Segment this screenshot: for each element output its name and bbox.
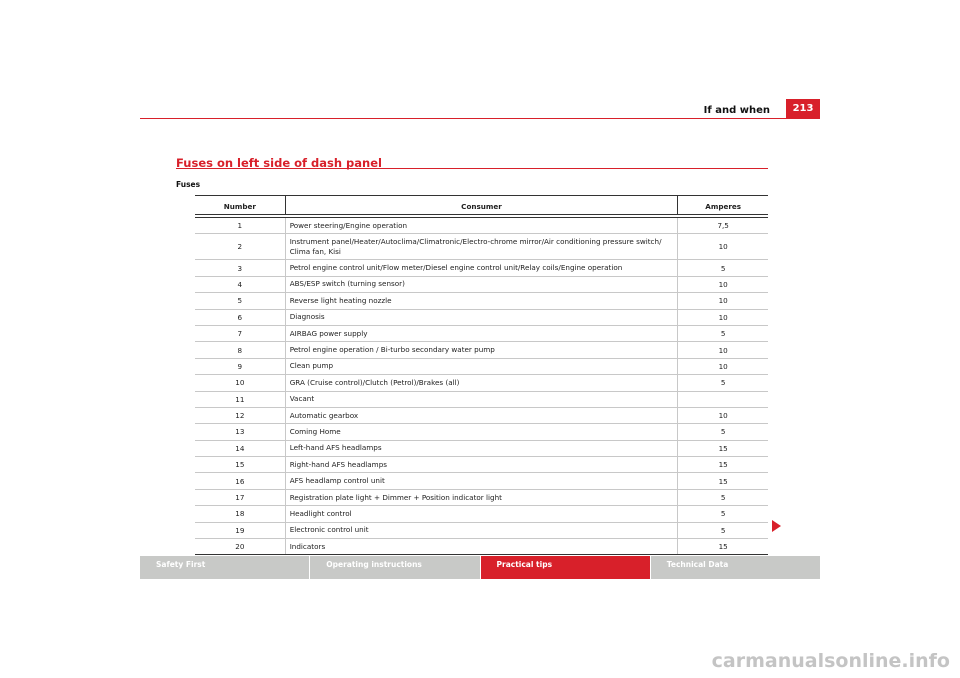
header-consumer: Consumer (284, 196, 679, 214)
table-row: 3 Petrol engine control unit/Flow meter/D… (195, 260, 768, 277)
fuse-consumer: GRA (Cruise control)/Clutch (Petrol)/Bra… (284, 375, 679, 391)
fuse-amperes: 10 (718, 312, 728, 322)
header-amperes: Amperes (705, 201, 742, 211)
fuse-consumer: Diagnosis (284, 309, 679, 325)
table-row: 15 Right-hand AFS headlamps 15 (195, 457, 768, 474)
fuse-amperes: 10 (718, 296, 728, 306)
fuse-amperes: 10 (718, 411, 728, 421)
fuse-consumer: ABS/ESP switch (turning sensor) (284, 276, 679, 293)
fuse-number: 12 (235, 411, 245, 421)
table-row: 2 Instrument panel/Heater/Autoclima/Clima… (195, 234, 768, 261)
fuse-consumer: Registration plate light + Dimmer + Posi… (284, 489, 679, 506)
table-row: 11 Vacant (195, 391, 768, 408)
table-body: 1 Power steering/Engine operation 7,5 2 Inst… (195, 218, 768, 555)
fuse-consumer: AIRBAG power supply (284, 325, 679, 342)
header-number: Number (223, 201, 256, 211)
table-row: 20 Indicators 15 (195, 539, 768, 555)
fuse-amperes: 15 (718, 460, 728, 470)
footer-nav: Safety First Operating instructions Prac… (140, 556, 820, 579)
footer-tab-operating-instructions[interactable]: Operating instructions (310, 556, 480, 579)
table-row: 7 AIRBAG power supply 5 (195, 325, 768, 343)
footer-tab-safety-first[interactable]: Safety First (140, 556, 310, 579)
fuse-amperes: 5 (720, 263, 726, 273)
fuse-number: 2 (237, 242, 243, 252)
fuse-number: 1 (237, 221, 243, 231)
fuse-number: 13 (235, 427, 245, 437)
fuse-number: 9 (237, 361, 243, 371)
fuse-amperes: 5 (720, 493, 726, 503)
table-row: 14 Left-hand AFS headlamps 15 (195, 440, 768, 458)
fuse-amperes: 5 (720, 329, 726, 339)
fuse-number: 4 (237, 279, 243, 289)
fuse-amperes: 5 (720, 525, 726, 535)
fuse-amperes: 15 (718, 476, 728, 486)
fuse-consumer: Petrol engine operation / Bi-turbo secon… (284, 342, 679, 358)
fuse-number: 10 (235, 378, 245, 388)
header-rule (140, 118, 820, 119)
fuse-consumer: Coming Home (284, 424, 679, 440)
fuse-consumer: Vacant (284, 391, 679, 407)
table-header: Number Consumer Amperes (195, 195, 768, 215)
fuse-number: 19 (235, 525, 245, 535)
table-row: 1 Power steering/Engine operation 7,5 (195, 218, 768, 235)
fuse-consumer: Indicators (284, 539, 679, 555)
table-row: 12 Automatic gearbox 10 (195, 407, 768, 425)
fuse-amperes: 5 (720, 509, 726, 519)
fuse-consumer: Headlight control (284, 506, 679, 522)
fuse-number: 20 (235, 542, 245, 552)
table-row: 16 AFS headlamp control unit 15 (195, 473, 768, 490)
fuse-number: 11 (235, 394, 245, 404)
fuse-number: 6 (237, 312, 243, 322)
fuse-table: Number Consumer Amperes 1 Power steering/… (195, 195, 768, 556)
fuse-consumer: Clean pump (284, 358, 679, 375)
table-row: 18 Headlight control 5 (195, 506, 768, 523)
fuse-consumer: Left-hand AFS headlamps (284, 440, 679, 457)
fuse-amperes: 10 (718, 242, 728, 252)
fuse-consumer: Reverse light heating nozzle (284, 293, 679, 309)
watermark: carmanualsonline.info (711, 650, 950, 672)
fuse-consumer: AFS headlamp control unit (284, 473, 679, 489)
triangle-right-icon[interactable] (772, 520, 781, 532)
fuse-consumer: Petrol engine control unit/Flow meter/Di… (284, 260, 679, 276)
section-rule (176, 168, 768, 169)
page-number: 213 (786, 99, 820, 119)
table-row: 17 Registration plate light + Dimmer + Po… (195, 489, 768, 507)
table-row: 4 ABS/ESP switch (turning sensor) 10 (195, 276, 768, 294)
fuse-number: 5 (237, 296, 243, 306)
table-row: 6 Diagnosis 10 (195, 309, 768, 326)
fuse-consumer: Instrument panel/Heater/Autoclima/Climat… (284, 234, 679, 260)
table-row: 9 Clean pump 10 (195, 358, 768, 376)
fuse-amperes: 10 (718, 361, 728, 371)
fuse-number: 8 (237, 345, 243, 355)
table-row: 5 Reverse light heating nozzle 10 (195, 293, 768, 310)
fuse-amperes: 15 (718, 542, 728, 552)
fuse-amperes: 15 (718, 443, 728, 453)
fuse-number: 14 (235, 443, 245, 453)
fuse-number: 3 (237, 263, 243, 273)
footer-tab-practical-tips[interactable]: Practical tips (480, 556, 650, 579)
fuse-amperes: 7,5 (717, 221, 729, 231)
fuse-number: 7 (237, 329, 243, 339)
fuse-amperes: 10 (718, 279, 728, 289)
fuse-consumer: Right-hand AFS headlamps (284, 457, 679, 473)
fuse-amperes: 10 (718, 345, 728, 355)
table-row: 19 Electronic control unit 5 (195, 522, 768, 540)
header-title: If and when (703, 105, 770, 116)
table-row: 10 GRA (Cruise control)/Clutch (Petrol)/B… (195, 375, 768, 392)
footer-tab-technical-data[interactable]: Technical Data (650, 556, 820, 579)
fuse-consumer: Automatic gearbox (284, 407, 679, 424)
fuse-consumer: Electronic control unit (284, 522, 679, 539)
fuse-number: 15 (235, 460, 245, 470)
table-row: 13 Coming Home 5 (195, 424, 768, 441)
table-row: 8 Petrol engine operation / Bi-turbo seco… (195, 342, 768, 359)
fuse-consumer: Power steering/Engine operation (284, 218, 679, 234)
fuse-number: 18 (235, 509, 245, 519)
sub-title: Fuses (176, 180, 201, 189)
fuse-number: 17 (235, 493, 245, 503)
fuse-number: 16 (235, 476, 245, 486)
fuse-amperes: 5 (720, 427, 726, 437)
fuse-amperes: 5 (720, 378, 726, 388)
